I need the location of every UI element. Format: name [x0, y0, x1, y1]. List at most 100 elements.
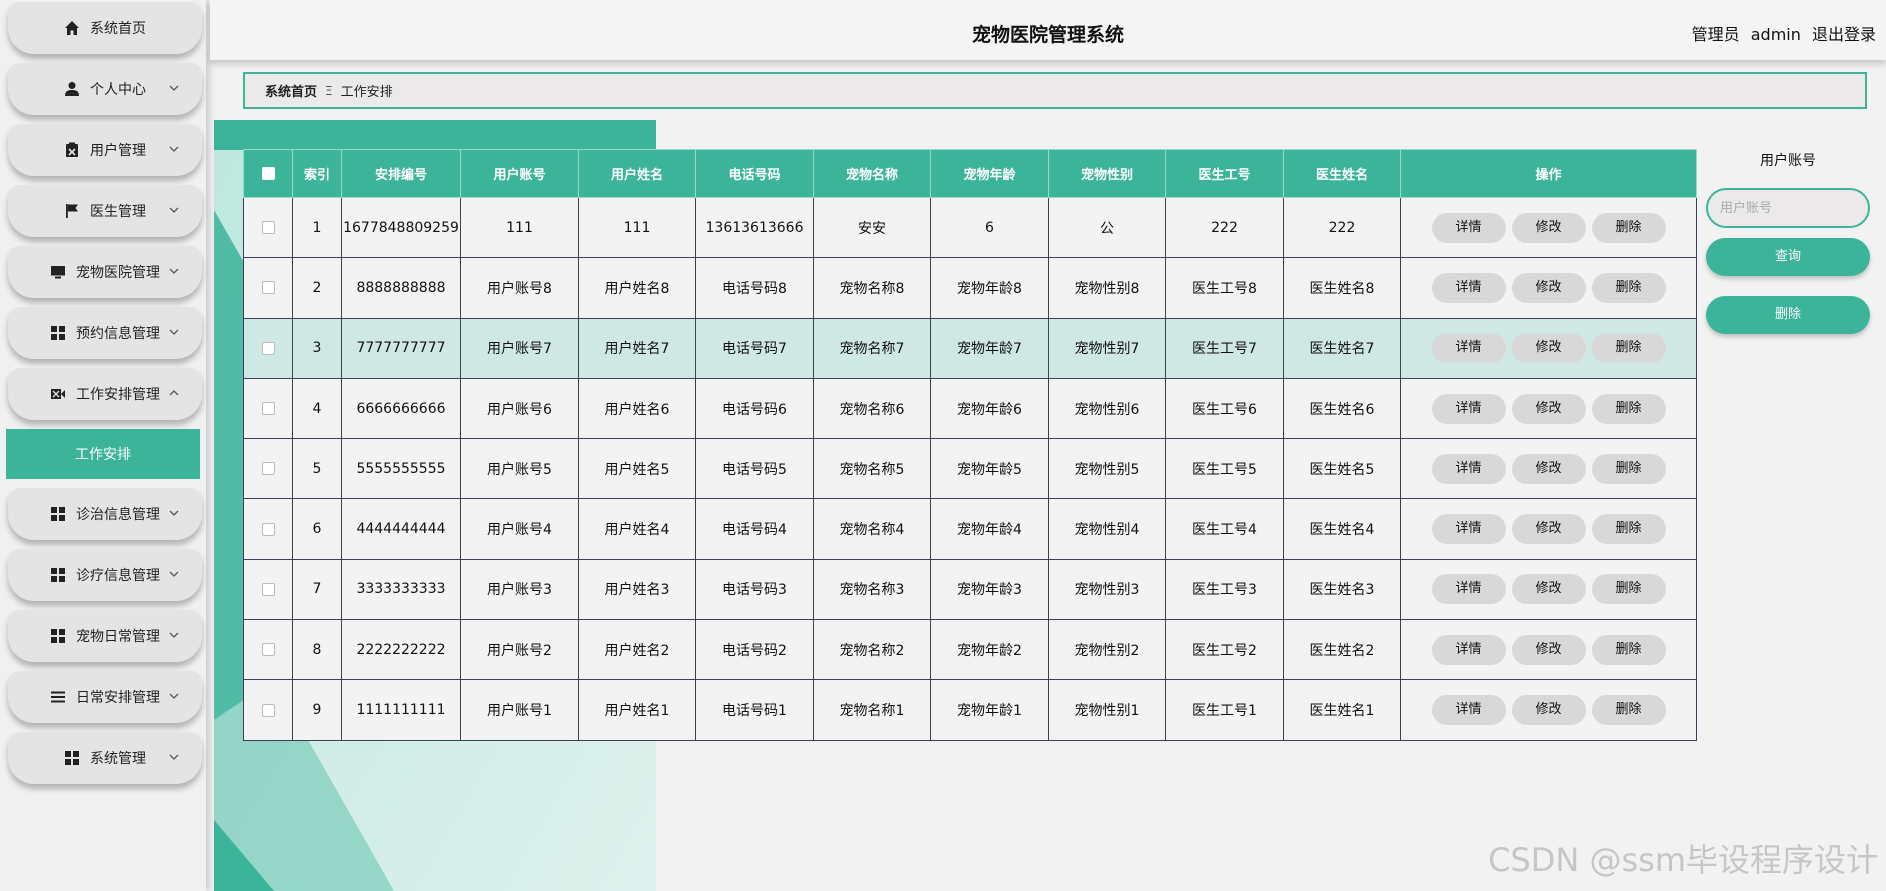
row-checkbox[interactable] [261, 522, 275, 536]
detail-button[interactable]: 详情 [1431, 453, 1506, 484]
row-checkbox[interactable] [261, 341, 275, 355]
detail-button[interactable]: 详情 [1431, 695, 1506, 726]
sidebar-item-pet-daily-management[interactable]: 宠物日常管理 [8, 610, 202, 662]
detail-button[interactable]: 详情 [1431, 514, 1506, 545]
table-row[interactable]: 1 1677848809259 111 111 13613613666 安安 6 公 222 22… [243, 196, 1697, 259]
sidebar-item-pet-hospital-management[interactable]: 宠物医院管理 [8, 246, 202, 298]
user-account-search-input[interactable] [1706, 188, 1870, 228]
row-checkbox[interactable] [261, 703, 275, 717]
detail-button[interactable]: 详情 [1431, 574, 1506, 605]
table-row[interactable]: 7 3333333333 用户账号3 用户姓名3 电话号码3 宠物名称3 宠物年龄3 宠物性别… [243, 558, 1697, 621]
query-button[interactable]: 查询 [1706, 238, 1870, 276]
top-header: 宠物医院管理系统 管理员 admin 退出登录 [210, 0, 1886, 60]
table-cell: 宠物性别4 [1048, 498, 1166, 560]
table-cell: 宠物年龄7 [930, 317, 1049, 379]
edit-button[interactable]: 修改 [1511, 514, 1586, 545]
table-cell: 宠物名称5 [813, 438, 931, 500]
row-actions-cell: 详情 修改 删除 [1400, 438, 1697, 500]
table-row[interactable]: 9 1111111111 用户账号1 用户姓名1 电话号码1 宠物名称1 宠物年龄1 宠物性别… [243, 679, 1697, 741]
detail-button[interactable]: 详情 [1431, 393, 1506, 424]
sidebar-subitem-work-schedule[interactable]: 工作安排 [6, 429, 200, 479]
detail-button[interactable]: 详情 [1431, 333, 1506, 364]
table-cell: 3 [292, 317, 342, 379]
table-cell: 3333333333 [341, 558, 461, 621]
table-cell: 医生姓名4 [1283, 498, 1401, 560]
column-header: 宠物性别 [1048, 149, 1166, 198]
sidebar-item-treatment-management[interactable]: 诊疗信息管理 [8, 549, 202, 601]
delete-button[interactable]: 删除 [1591, 333, 1666, 364]
sidebar-item-personal-center[interactable]: 个人中心 [8, 63, 202, 115]
table-cell: 宠物年龄8 [930, 257, 1049, 319]
edit-button[interactable]: 修改 [1511, 333, 1586, 364]
batch-delete-button[interactable]: 删除 [1706, 296, 1870, 334]
delete-button[interactable]: 删除 [1591, 574, 1666, 605]
row-checkbox-cell[interactable] [243, 196, 293, 259]
sidebar-item-work-schedule-management[interactable]: 工作安排管理 [8, 368, 202, 420]
row-checkbox-cell[interactable] [243, 317, 293, 379]
row-actions-cell: 详情 修改 删除 [1400, 196, 1697, 259]
row-checkbox[interactable] [261, 462, 275, 476]
sidebar-item-appointment-management[interactable]: 预约信息管理 [8, 307, 202, 359]
table-cell: 用户账号4 [460, 498, 579, 560]
detail-button[interactable]: 详情 [1431, 212, 1506, 243]
row-checkbox-cell[interactable] [243, 558, 293, 621]
sidebar-item-doctor-management[interactable]: 医生管理 [8, 185, 202, 237]
delete-button[interactable]: 删除 [1591, 453, 1666, 484]
sidebar-item-diagnosis-management[interactable]: 诊治信息管理 [8, 488, 202, 540]
edit-button[interactable]: 修改 [1511, 695, 1586, 726]
edit-button[interactable]: 修改 [1511, 634, 1586, 665]
select-all-checkbox[interactable] [261, 167, 275, 180]
row-actions-cell: 详情 修改 删除 [1400, 257, 1697, 319]
delete-button[interactable]: 删除 [1591, 634, 1666, 665]
delete-button[interactable]: 删除 [1591, 695, 1666, 726]
flag-icon [64, 203, 80, 219]
detail-button[interactable]: 详情 [1431, 272, 1506, 303]
table-row[interactable]: 2 8888888888 用户账号8 用户姓名8 电话号码8 宠物名称8 宠物年龄8 宠物性别… [243, 257, 1697, 319]
delete-button[interactable]: 删除 [1591, 393, 1666, 424]
chevron-down-icon [168, 507, 180, 519]
row-checkbox[interactable] [261, 643, 275, 657]
row-checkbox-cell[interactable] [243, 438, 293, 500]
table-cell: 1 [292, 196, 342, 259]
table-row[interactable]: 8 2222222222 用户账号2 用户姓名2 电话号码2 宠物名称2 宠物年龄2 宠物性别… [243, 619, 1697, 681]
table-cell: 用户姓名4 [578, 498, 696, 560]
row-checkbox-cell[interactable] [243, 377, 293, 440]
table-cell: 6666666666 [341, 377, 461, 440]
row-checkbox[interactable] [261, 582, 275, 596]
table-cell: 用户账号2 [460, 619, 579, 681]
logout-link[interactable]: 退出登录 [1812, 25, 1876, 44]
edit-button[interactable]: 修改 [1511, 574, 1586, 605]
delete-button[interactable]: 删除 [1591, 272, 1666, 303]
detail-button[interactable]: 详情 [1431, 634, 1506, 665]
edit-button[interactable]: 修改 [1511, 212, 1586, 243]
row-checkbox-cell[interactable] [243, 679, 293, 741]
breadcrumb-home[interactable]: 系统首页 [265, 81, 317, 100]
sidebar-item-home[interactable]: 系统首页 [8, 2, 202, 54]
breadcrumb-separator: Ξ [325, 83, 333, 98]
row-checkbox[interactable] [261, 402, 275, 416]
row-checkbox[interactable] [261, 281, 275, 295]
table-cell: 医生姓名5 [1283, 438, 1401, 500]
select-all-checkbox-cell[interactable] [243, 149, 293, 198]
sidebar-item-daily-schedule-management[interactable]: 日常安排管理 [8, 671, 202, 723]
row-checkbox[interactable] [261, 221, 275, 235]
edit-button[interactable]: 修改 [1511, 453, 1586, 484]
table-body: 1 1677848809259 111 111 13613613666 安安 6 公 222 22… [243, 196, 1697, 741]
delete-button[interactable]: 删除 [1591, 212, 1666, 243]
edit-button[interactable]: 修改 [1511, 272, 1586, 303]
column-header: 安排编号 [341, 149, 461, 198]
table-cell: 宠物名称6 [813, 377, 931, 440]
table-row[interactable]: 3 7777777777 用户账号7 用户姓名7 电话号码7 宠物名称7 宠物年龄7 宠物性别… [243, 317, 1697, 379]
table-cell: 医生姓名3 [1283, 558, 1401, 621]
sidebar-item-user-management[interactable]: 用户管理 [8, 124, 202, 176]
chevron-down-icon [168, 690, 180, 702]
table-row[interactable]: 5 5555555555 用户账号5 用户姓名5 电话号码5 宠物名称5 宠物年龄5 宠物性别… [243, 438, 1697, 500]
row-checkbox-cell[interactable] [243, 619, 293, 681]
sidebar-item-system-management[interactable]: 系统管理 [8, 732, 202, 784]
edit-button[interactable]: 修改 [1511, 393, 1586, 424]
row-checkbox-cell[interactable] [243, 257, 293, 319]
row-checkbox-cell[interactable] [243, 498, 293, 560]
table-row[interactable]: 4 6666666666 用户账号6 用户姓名6 电话号码6 宠物名称6 宠物年龄6 宠物性别… [243, 377, 1697, 440]
delete-button[interactable]: 删除 [1591, 514, 1666, 545]
table-row[interactable]: 6 4444444444 用户账号4 用户姓名4 电话号码4 宠物名称4 宠物年龄4 宠物性别… [243, 498, 1697, 560]
